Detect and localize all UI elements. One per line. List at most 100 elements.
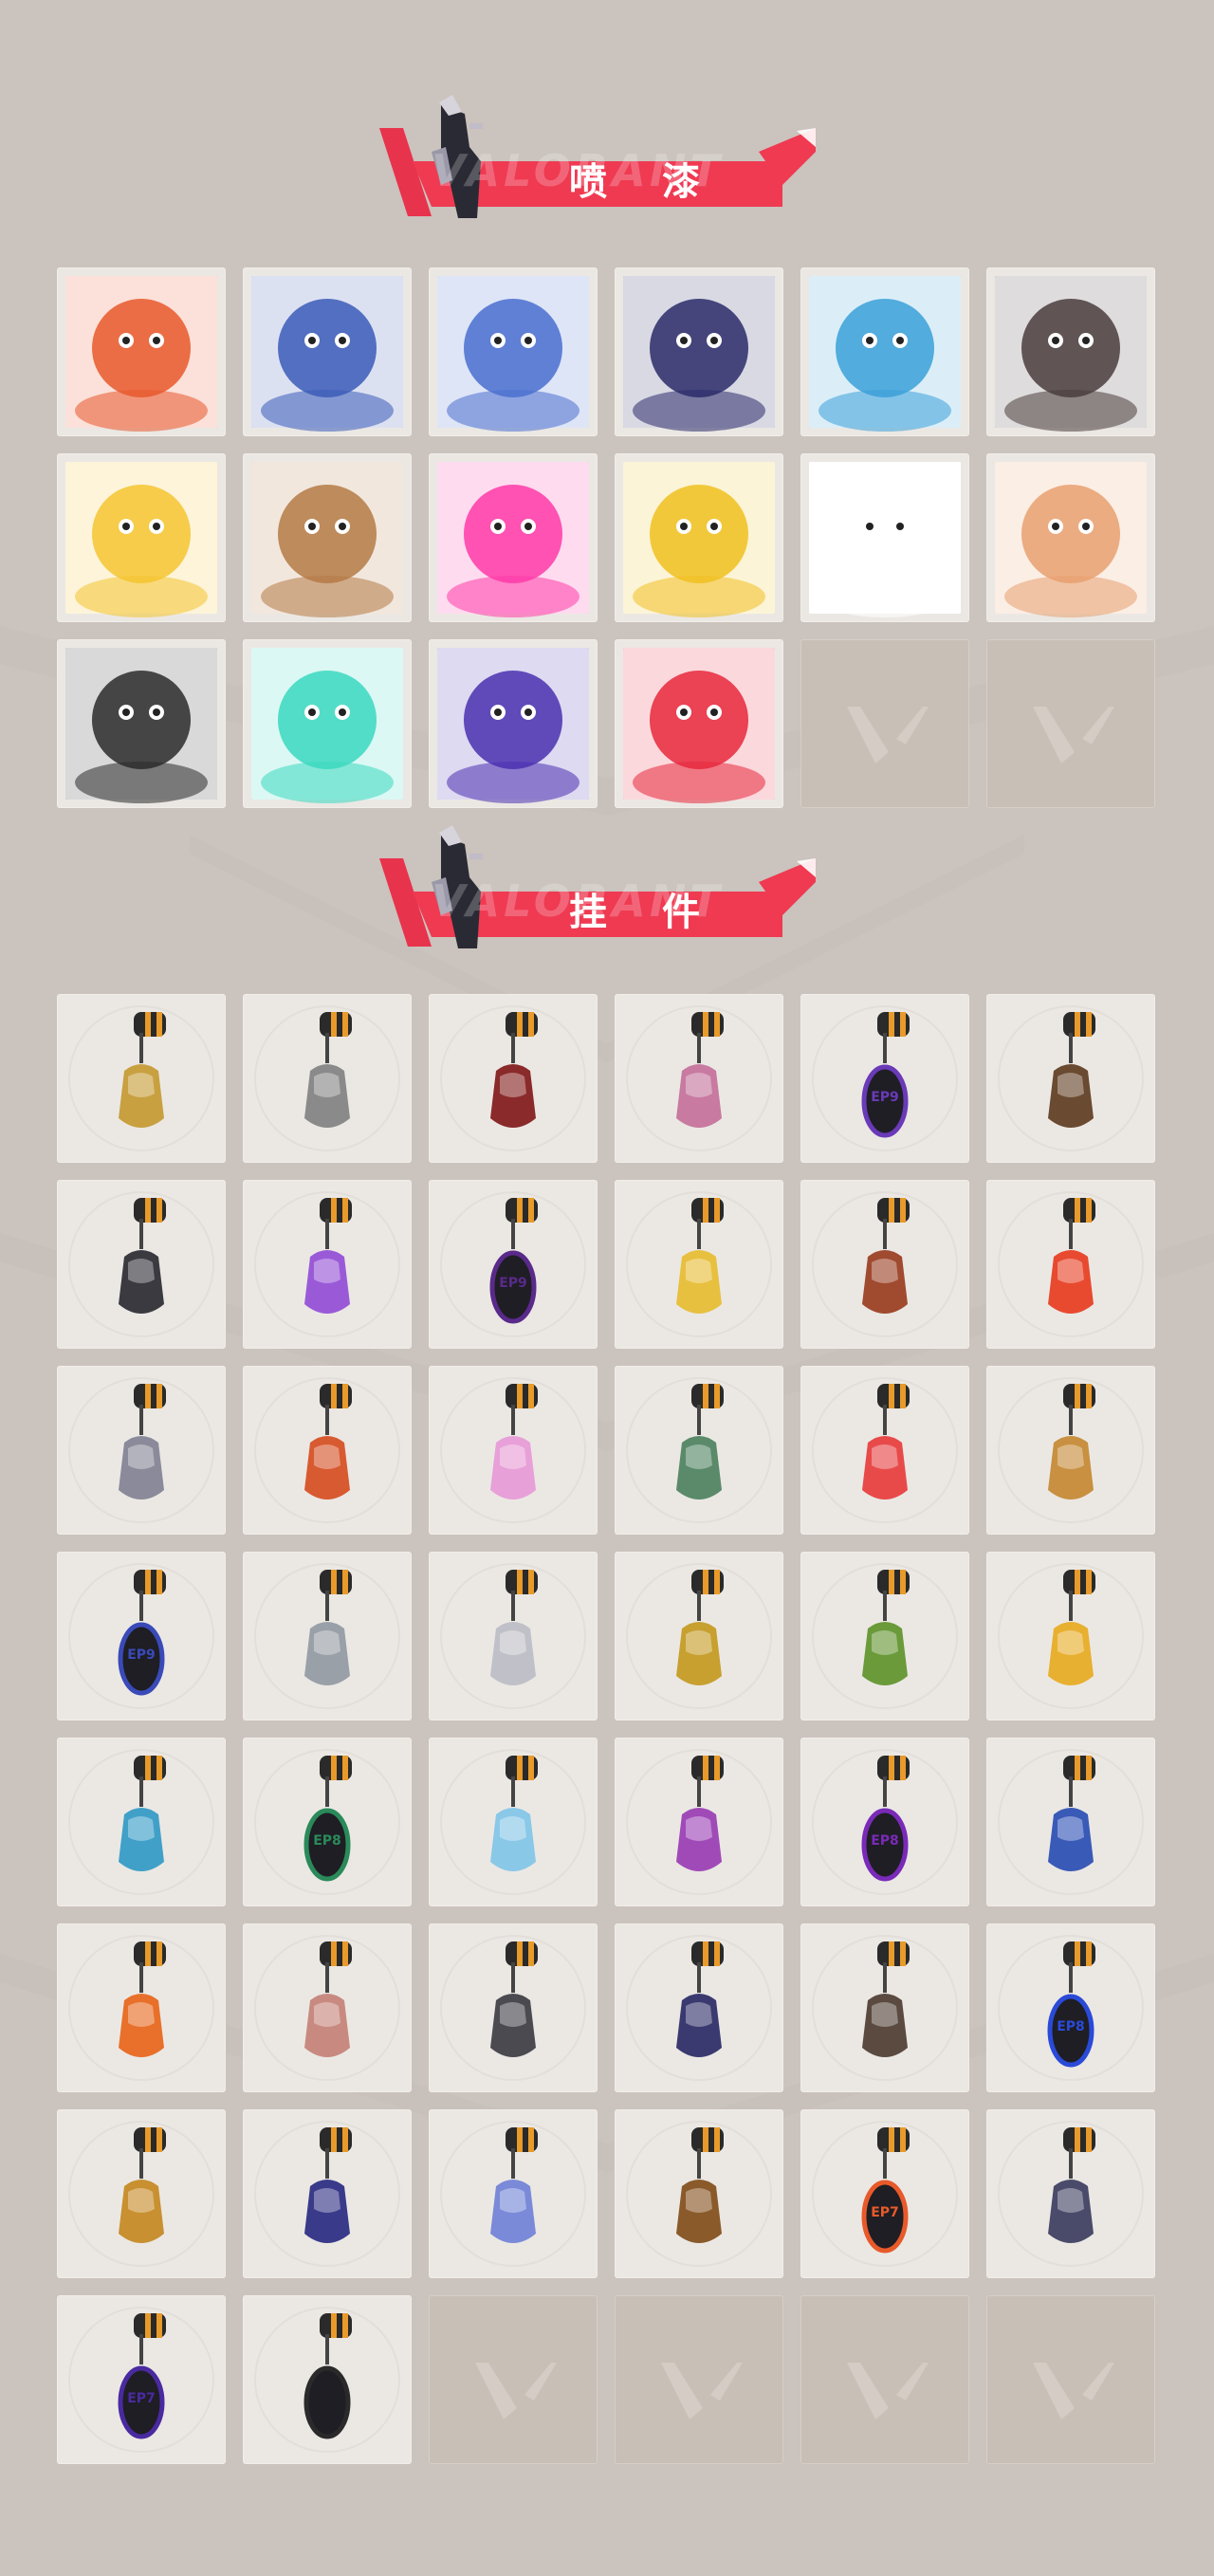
- robot-agent-spray-icon: [251, 276, 403, 432]
- buddy-tile[interactable]: [615, 1180, 783, 1349]
- bronze-medal-buddy-icon: [626, 2121, 772, 2267]
- section-title-sprays: 喷 漆: [569, 160, 721, 204]
- buddy-tile[interactable]: EP9: [429, 1180, 598, 1349]
- buddy-tile[interactable]: [986, 2109, 1155, 2278]
- ep8-green-badge-buddy-icon: EP8: [254, 1749, 400, 1895]
- buddy-tile[interactable]: [429, 994, 598, 1163]
- buddy-tile[interactable]: [243, 1366, 412, 1535]
- empty-slot-icon: [475, 2363, 557, 2420]
- spray-tile[interactable]: [57, 639, 226, 808]
- buddy-tile[interactable]: [243, 994, 412, 1163]
- svg-text:EP8: EP8: [871, 1833, 899, 1849]
- buddy-tile[interactable]: [800, 1366, 969, 1535]
- buddy-tile[interactable]: [243, 1923, 412, 2092]
- spray-tile[interactable]: [800, 453, 969, 622]
- buddy-tile[interactable]: [57, 2109, 226, 2278]
- spray-tile[interactable]: [57, 267, 226, 436]
- buddy-tile[interactable]: [243, 2109, 412, 2278]
- spray-tile[interactable]: [429, 453, 598, 622]
- buddy-tile[interactable]: [986, 1180, 1155, 1349]
- buddy-tile[interactable]: [243, 2295, 412, 2464]
- ep9-badge-buddy-icon: EP9: [812, 1005, 958, 1151]
- speaker-buddy-icon: [812, 1935, 958, 2081]
- buddy-tile[interactable]: EP8: [800, 1738, 969, 1906]
- spray-tile[interactable]: [429, 267, 598, 436]
- gold-robot-buddy-icon: [626, 1563, 772, 1709]
- buddy-tile[interactable]: [615, 1738, 783, 1906]
- buddy-tile[interactable]: [986, 994, 1155, 1163]
- buddy-tile[interactable]: [57, 1738, 226, 1906]
- spray-tile[interactable]: [429, 639, 598, 808]
- buddy-tile[interactable]: EP7: [57, 2295, 226, 2464]
- svg-text:EP8: EP8: [313, 1833, 341, 1849]
- buddy-tile[interactable]: [429, 1923, 598, 2092]
- candy-shard-buddy-icon: [254, 2121, 400, 2267]
- buddy-tile[interactable]: [243, 1552, 412, 1720]
- spray-tile[interactable]: [615, 639, 783, 808]
- blue-shark-spray-icon: [809, 276, 961, 432]
- buddy-tile[interactable]: [615, 1552, 783, 1720]
- sprays-grid: [57, 267, 1155, 808]
- diamond-pendant-buddy-icon: [440, 1563, 586, 1709]
- spray-tile[interactable]: [800, 267, 969, 436]
- spray-tile[interactable]: [243, 639, 412, 808]
- spray-tile[interactable]: [986, 267, 1155, 436]
- buddy-tile[interactable]: [429, 2109, 598, 2278]
- braided-rope-buddy-icon: [440, 1005, 586, 1151]
- empty-slot-icon: [1033, 2363, 1114, 2420]
- cat-ball-buddy-icon: [440, 1935, 586, 2081]
- buddy-tile[interactable]: [57, 1180, 226, 1349]
- spray-tile[interactable]: [243, 453, 412, 622]
- buddy-tile[interactable]: [57, 1923, 226, 2092]
- treble-clef-buddy-icon: [68, 2121, 214, 2267]
- buddy-tile[interactable]: [429, 1552, 598, 1720]
- ufo-buddy-icon: [998, 1749, 1144, 1895]
- robot-box-buddy-icon: [626, 1377, 772, 1523]
- spray-tile[interactable]: [243, 267, 412, 436]
- buddy-tile[interactable]: [243, 1180, 412, 1349]
- chibi-agent-buddy-icon: [68, 1377, 214, 1523]
- buddy-tile[interactable]: [57, 1366, 226, 1535]
- buddy-tile[interactable]: [615, 2109, 783, 2278]
- buddy-tile[interactable]: EP9: [57, 1552, 226, 1720]
- buddy-tile[interactable]: EP9: [800, 994, 969, 1163]
- cupcake-buddy-icon: [626, 1005, 772, 1151]
- buddy-tile[interactable]: [57, 994, 226, 1163]
- ep7-orange-badge-buddy-icon: EP7: [812, 2121, 958, 2267]
- empty-slot-icon: [847, 707, 929, 764]
- bear-sunglasses-spray-icon: [251, 462, 403, 617]
- buddy-tile[interactable]: EP7: [800, 2109, 969, 2278]
- ghost-spray-icon: [809, 462, 961, 617]
- spray-tile[interactable]: [615, 453, 783, 622]
- buddies-grid: EP9 EP9 EP9 EP8 EP8 EP8 EP7 EP7: [57, 994, 1155, 2464]
- ice-cream-bar-buddy-icon: [812, 1191, 958, 1337]
- spray-tile[interactable]: [615, 267, 783, 436]
- empty-spray-slot: [986, 639, 1155, 808]
- sprays-section-banner: VALORANT 喷 漆: [375, 95, 820, 218]
- buddy-tile[interactable]: EP8: [243, 1738, 412, 1906]
- buddy-tile[interactable]: EP8: [986, 1923, 1155, 2092]
- buddy-tile[interactable]: [429, 1366, 598, 1535]
- lava-lamp-buddy-icon: [254, 1191, 400, 1337]
- buddy-tile[interactable]: [800, 1923, 969, 2092]
- blue-gun-buddy-icon: [626, 1935, 772, 2081]
- spray-tile[interactable]: [57, 453, 226, 622]
- blue-crystal-sword-buddy-icon: [68, 1749, 214, 1895]
- spray-tile[interactable]: [986, 453, 1155, 622]
- buddy-tile[interactable]: [986, 1738, 1155, 1906]
- dark-bird-buddy-icon: [68, 1191, 214, 1337]
- buddy-tile[interactable]: [800, 1552, 969, 1720]
- buddy-tile[interactable]: [986, 1552, 1155, 1720]
- svg-text:EP9: EP9: [127, 1647, 156, 1663]
- buddy-tile[interactable]: [615, 994, 783, 1163]
- buddy-tile[interactable]: [429, 1738, 598, 1906]
- buddy-tile[interactable]: [615, 1366, 783, 1535]
- jellyfish-buddy-icon: [440, 1749, 586, 1895]
- fruit-skewer-buddy-icon: [998, 1191, 1144, 1337]
- taco-buddy-icon: [626, 1191, 772, 1337]
- buddy-tile[interactable]: [615, 1923, 783, 2092]
- buddy-tile[interactable]: [986, 1366, 1155, 1535]
- buddy-tile[interactable]: [800, 1180, 969, 1349]
- snowflake-buddy-icon: [440, 2121, 586, 2267]
- backpack-gun-buddy-icon: [998, 1005, 1144, 1151]
